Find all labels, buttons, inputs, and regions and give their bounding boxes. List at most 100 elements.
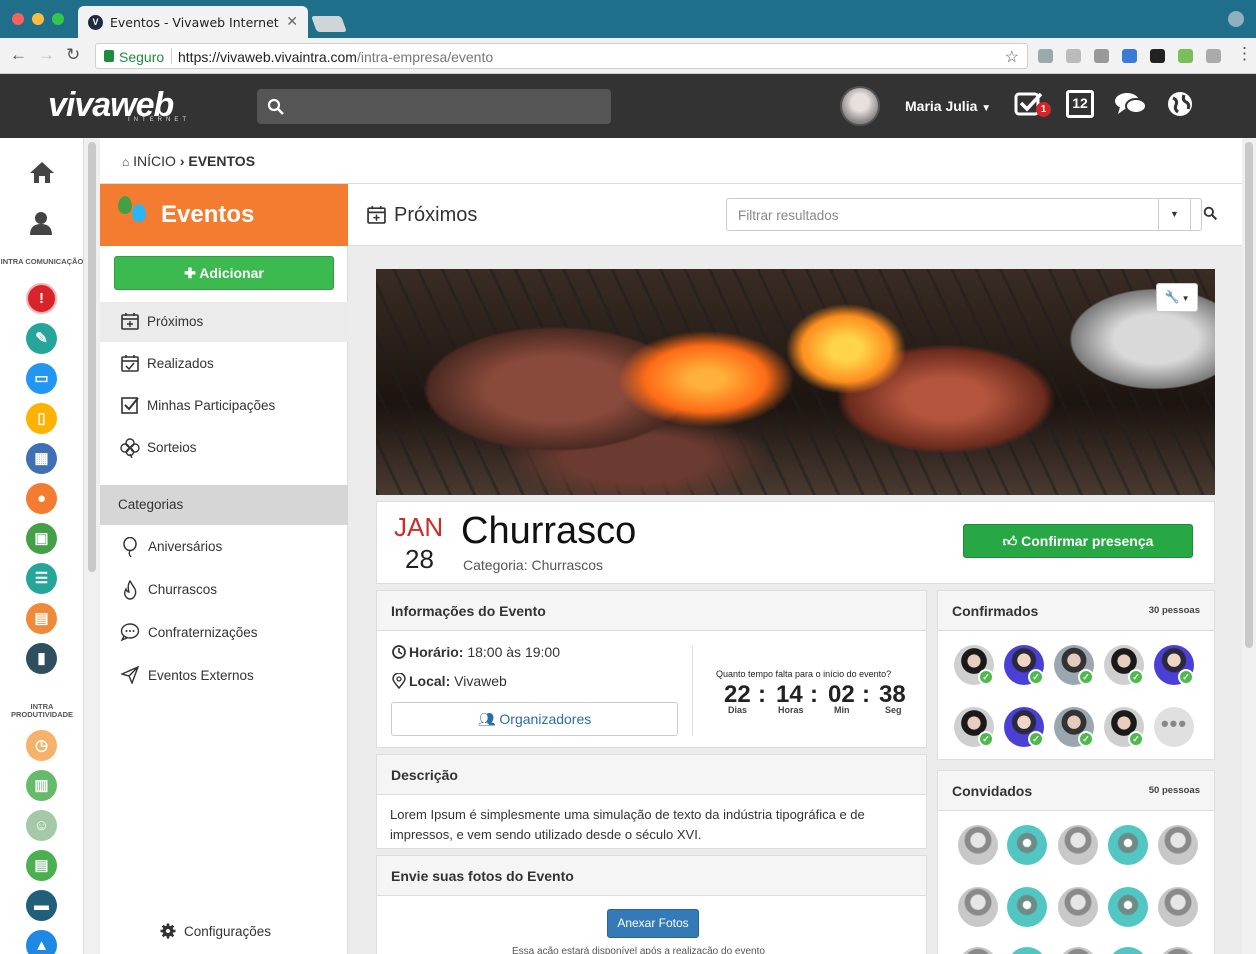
invited-avatar[interactable]	[1058, 947, 1098, 954]
tasks-badge: 1	[1036, 102, 1051, 117]
event-day: 28	[405, 544, 434, 574]
library-app-icon[interactable]: ▤	[26, 850, 57, 881]
invited-avatar[interactable]	[1158, 825, 1198, 865]
team-app-icon[interactable]: ☺	[26, 810, 57, 841]
extension-camera-icon[interactable]	[1094, 49, 1109, 63]
user-menu-button[interactable]: Maria Julia ▼	[905, 98, 991, 114]
news-app-icon[interactable]: ☰	[26, 563, 57, 594]
forward-arrow-icon[interactable]: →	[38, 45, 55, 65]
browser-tab[interactable]: V Eventos - Vivaweb Internet ✕	[78, 6, 308, 38]
sidebar-item-realizados[interactable]: Realizados	[100, 344, 348, 384]
filter-search-button[interactable]	[1190, 199, 1230, 230]
browser-profile-icon[interactable]	[1228, 11, 1244, 27]
invited-panel: Convidados 50 pessoas	[937, 770, 1215, 954]
invited-avatar[interactable]	[1108, 887, 1148, 927]
chat-app-icon[interactable]: ▭	[26, 363, 57, 394]
invited-title: Convidados	[952, 783, 1033, 799]
speech-bubble-icon	[120, 623, 140, 646]
breadcrumb-home[interactable]: INÍCIO	[133, 153, 176, 169]
invited-avatar[interactable]	[958, 825, 998, 865]
sidebar-item-sorteios[interactable]: Sorteios	[100, 428, 348, 468]
bookmark-star-icon[interactable]: ☆	[1005, 47, 1019, 67]
minimize-window-button[interactable]	[32, 13, 44, 25]
folder-app-icon[interactable]: ▬	[26, 890, 57, 921]
event-time-row: Horário: 18:00 às 19:00	[392, 644, 560, 660]
confirm-attendance-button[interactable]: 👍︎ Confirmar presença	[963, 524, 1193, 558]
extension-inbox-icon[interactable]	[1206, 49, 1221, 63]
category-label: Aniversários	[148, 539, 223, 554]
attach-photos-button[interactable]: Anexar Fotos	[607, 909, 699, 938]
building-app-icon[interactable]: ▦	[26, 443, 57, 474]
event-title: Churrasco	[461, 510, 637, 552]
caret-down-icon: ▼	[981, 103, 992, 114]
url-field[interactable]: Seguro https://vivaweb.vivaintra.com/int…	[95, 43, 1028, 69]
extension-cloud-icon[interactable]	[1066, 49, 1081, 63]
invited-avatar[interactable]	[1108, 825, 1148, 865]
countdown-hours-label: Horas	[778, 705, 804, 715]
graduation-app-icon[interactable]: ▲	[26, 930, 57, 954]
balloons-app-icon[interactable]: ●	[26, 483, 57, 514]
event-category: Categoria: Churrascos	[463, 557, 604, 573]
invited-avatar[interactable]	[1058, 825, 1098, 865]
sidebar-category-confraternizacoes[interactable]: Confraternizações	[100, 613, 348, 653]
global-search-input[interactable]	[257, 89, 611, 124]
settings-link[interactable]: Configurações	[160, 923, 271, 939]
document-app-icon[interactable]: ▤	[26, 603, 57, 634]
globe-icon[interactable]	[1166, 90, 1194, 125]
alert-app-icon[interactable]: !	[26, 283, 57, 314]
invited-avatar[interactable]	[1108, 947, 1148, 954]
browser-menu-icon[interactable]: ⋮	[1236, 44, 1253, 64]
sidebar-category-eventos-externos[interactable]: Eventos Externos	[100, 656, 348, 696]
calendar-clock-app-icon[interactable]: ◷	[26, 730, 57, 761]
close-window-button[interactable]	[12, 13, 24, 25]
extension-b-icon[interactable]	[1122, 49, 1137, 63]
tab-close-icon[interactable]: ✕	[286, 13, 298, 30]
invited-avatar[interactable]	[958, 947, 998, 954]
invited-avatar[interactable]	[1007, 947, 1047, 954]
calendar-icon[interactable]: 12	[1066, 90, 1094, 118]
books-app-icon[interactable]: ▥	[26, 770, 57, 801]
image-gallery-app-icon[interactable]: ▣	[26, 523, 57, 554]
event-info-panel: Informações do Evento Horário: 18:00 às …	[376, 590, 927, 748]
page-scrollbar[interactable]	[1245, 142, 1253, 648]
maximize-window-button[interactable]	[52, 13, 64, 25]
invited-avatar[interactable]	[1158, 947, 1198, 954]
categories-header: Categorias	[100, 485, 348, 525]
user-avatar[interactable]	[840, 86, 880, 126]
organizers-button[interactable]: 👥︎ Organizadores	[391, 702, 678, 736]
pencil-app-icon[interactable]: ✎	[26, 323, 57, 354]
event-place-value: Vivaweb	[454, 673, 507, 689]
chat-icon[interactable]	[1114, 90, 1148, 125]
invited-avatar[interactable]	[958, 887, 998, 927]
home-icon[interactable]	[29, 160, 55, 191]
reload-icon[interactable]: ↻	[66, 45, 80, 65]
more-confirmed-button[interactable]: •••	[1154, 707, 1194, 747]
profile-icon[interactable]	[29, 210, 53, 243]
invited-avatar[interactable]	[1058, 887, 1098, 927]
clipboard-app-icon[interactable]: ▯	[26, 403, 57, 434]
category-label: Eventos Externos	[148, 668, 254, 683]
extension-chart-icon[interactable]	[1178, 49, 1193, 63]
sidebar-category-churrascos[interactable]: Churrascos	[100, 570, 348, 610]
invited-avatar[interactable]	[1158, 887, 1198, 927]
thumbs-up-icon: 👍︎	[1002, 533, 1018, 549]
sidebar-item-proximos[interactable]: Próximos	[100, 302, 348, 342]
invited-avatar[interactable]	[1007, 825, 1047, 865]
invited-count: 50 pessoas	[1148, 785, 1200, 796]
new-tab-button[interactable]	[311, 16, 347, 32]
sidebar-item-minhas-participacoes[interactable]: Minhas Participações	[100, 386, 348, 426]
event-options-button[interactable]: 🔧 ▼	[1156, 283, 1198, 312]
description-text: Lorem Ipsum é simplesmente uma simulação…	[390, 807, 865, 842]
event-time-value: 18:00 às 19:00	[467, 644, 560, 660]
sidebar-category-aniversarios[interactable]: Aniversários	[100, 527, 348, 567]
invited-avatar[interactable]	[1007, 887, 1047, 927]
extension-code-icon[interactable]	[1038, 49, 1053, 63]
filter-results-input[interactable]: Filtrar resultados ▼	[726, 198, 1218, 231]
filter-dropdown-button[interactable]: ▼	[1158, 199, 1190, 230]
rail-scrollbar[interactable]	[88, 142, 96, 572]
back-arrow-icon[interactable]: ←	[10, 45, 27, 65]
photos-panel: Envie suas fotos do Evento Anexar Fotos …	[376, 855, 927, 954]
extension-check-icon[interactable]	[1150, 49, 1165, 63]
add-event-button[interactable]: ✚ Adicionar	[114, 256, 334, 290]
phone-app-icon[interactable]: ▮	[26, 643, 57, 674]
